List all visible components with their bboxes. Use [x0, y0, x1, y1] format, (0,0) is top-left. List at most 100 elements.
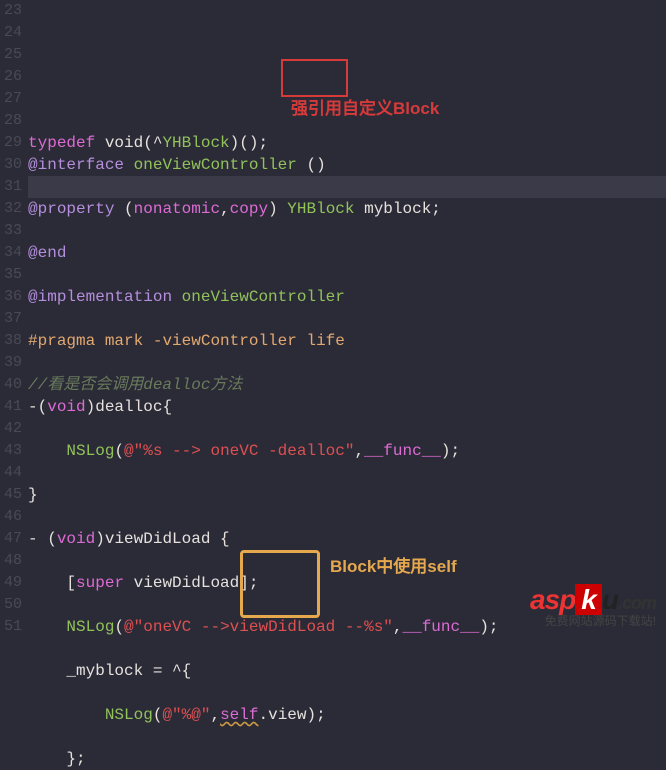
code-line[interactable]: }; — [28, 748, 666, 770]
code-line[interactable]: -(void)dealloc{ — [28, 396, 666, 418]
code-line[interactable] — [28, 352, 666, 374]
code-token: view); — [268, 706, 326, 724]
code-token: //看是否会调用dealloc方法 — [28, 376, 242, 394]
line-number: 34 — [4, 242, 22, 264]
code-token: ( — [114, 618, 124, 636]
code-line[interactable]: _myblock = ^{ — [28, 660, 666, 682]
line-number: 50 — [4, 594, 22, 616]
code-line[interactable] — [28, 682, 666, 704]
code-line[interactable] — [28, 418, 666, 440]
code-line[interactable]: #pragma mark -viewController life — [28, 330, 666, 352]
code-line[interactable] — [28, 638, 666, 660]
annotation-box-copy — [281, 59, 348, 97]
line-gutter: 2324252627282930313233343536373839404142… — [0, 0, 28, 640]
code-token: ( — [124, 200, 134, 218]
code-line[interactable] — [28, 264, 666, 286]
code-token — [28, 706, 105, 724]
code-line[interactable] — [28, 308, 666, 330]
code-token: @"%@" — [162, 706, 210, 724]
code-token: () — [306, 156, 325, 174]
annotation-label-block-self: Block中使用self — [330, 556, 457, 578]
code-line[interactable]: typedef void(^YHBlock)(); — [28, 132, 666, 154]
code-line[interactable]: NSLog(@"%s --> oneVC -dealloc",__func__)… — [28, 440, 666, 462]
watermark-subtitle: 免费网站源码下载站! — [530, 610, 656, 632]
line-number: 36 — [4, 286, 22, 308]
code-line[interactable]: @end — [28, 242, 666, 264]
code-token: oneViewController — [182, 288, 345, 306]
code-token: super — [76, 574, 134, 592]
code-line[interactable]: } — [28, 484, 666, 506]
code-line[interactable] — [28, 220, 666, 242]
line-number: 35 — [4, 264, 22, 286]
code-token: - ( — [28, 530, 57, 548]
code-token: . — [258, 706, 268, 724]
code-token: ); — [441, 442, 460, 460]
code-line[interactable]: //看是否会调用dealloc方法 — [28, 374, 666, 396]
code-token: self — [220, 706, 258, 724]
code-token: ) — [268, 200, 287, 218]
line-number: 40 — [4, 374, 22, 396]
line-number: 24 — [4, 22, 22, 44]
line-number: 39 — [4, 352, 22, 374]
code-line[interactable] — [28, 506, 666, 528]
code-token: ( — [114, 442, 124, 460]
code-token: NSLog — [66, 618, 114, 636]
code-token: @"%s --> oneVC -dealloc" — [124, 442, 354, 460]
code-token: @"oneVC -->viewDidLoad --%s" — [124, 618, 393, 636]
line-number: 51 — [4, 616, 22, 638]
line-number: 31 — [4, 176, 22, 198]
code-token: @property — [28, 200, 124, 218]
code-token: oneViewController — [134, 156, 307, 174]
code-token: @interface — [28, 156, 134, 174]
code-token: _myblock = ^{ — [28, 662, 191, 680]
code-token: void — [57, 530, 95, 548]
code-token: copy — [230, 200, 268, 218]
line-number: 27 — [4, 88, 22, 110]
code-line[interactable]: @implementation oneViewController — [28, 286, 666, 308]
code-line[interactable]: @property (nonatomic,copy) YHBlock myblo… — [28, 198, 666, 220]
line-number: 47 — [4, 528, 22, 550]
code-token — [28, 618, 66, 636]
code-token: @implementation — [28, 288, 182, 306]
line-number: 23 — [4, 0, 22, 22]
code-token: ( — [153, 706, 163, 724]
code-token: [ — [28, 574, 76, 592]
code-line[interactable] — [28, 176, 666, 198]
code-token: void — [47, 398, 85, 416]
code-token: , — [393, 618, 403, 636]
line-number: 26 — [4, 66, 22, 88]
code-token: -( — [28, 398, 47, 416]
line-number: 38 — [4, 330, 22, 352]
line-number: 29 — [4, 132, 22, 154]
line-number: 48 — [4, 550, 22, 572]
watermark: aspku.com 免费网站源码下载站! — [530, 589, 656, 632]
code-line[interactable]: - (void)viewDidLoad { — [28, 528, 666, 550]
code-token: YHBlock — [287, 200, 364, 218]
code-token: void(^ — [105, 134, 163, 152]
code-content[interactable]: 强引用自定义Block Block中使用self typedef void(^Y… — [28, 0, 666, 640]
code-line[interactable]: NSLog(@"%@",self.view); — [28, 704, 666, 726]
code-editor[interactable]: 2324252627282930313233343536373839404142… — [0, 0, 666, 640]
line-number: 32 — [4, 198, 22, 220]
line-number: 46 — [4, 506, 22, 528]
line-number: 49 — [4, 572, 22, 594]
code-token: NSLog — [66, 442, 114, 460]
code-token: )viewDidLoad { — [95, 530, 229, 548]
code-line[interactable] — [28, 726, 666, 748]
code-token: nonatomic — [134, 200, 220, 218]
line-number: 44 — [4, 462, 22, 484]
code-token: , — [210, 706, 220, 724]
annotation-label-strong-reference: 强引用自定义Block — [291, 98, 439, 120]
code-token — [28, 442, 66, 460]
code-token: __func__ — [403, 618, 480, 636]
code-token: YHBlock — [162, 134, 229, 152]
code-line[interactable]: @interface oneViewController () — [28, 154, 666, 176]
code-token: ); — [479, 618, 498, 636]
line-number: 37 — [4, 308, 22, 330]
line-number: 42 — [4, 418, 22, 440]
line-number: 30 — [4, 154, 22, 176]
code-token: #pragma mark -viewController life — [28, 332, 345, 350]
line-number: 45 — [4, 484, 22, 506]
code-line[interactable] — [28, 462, 666, 484]
code-token: )dealloc{ — [86, 398, 172, 416]
